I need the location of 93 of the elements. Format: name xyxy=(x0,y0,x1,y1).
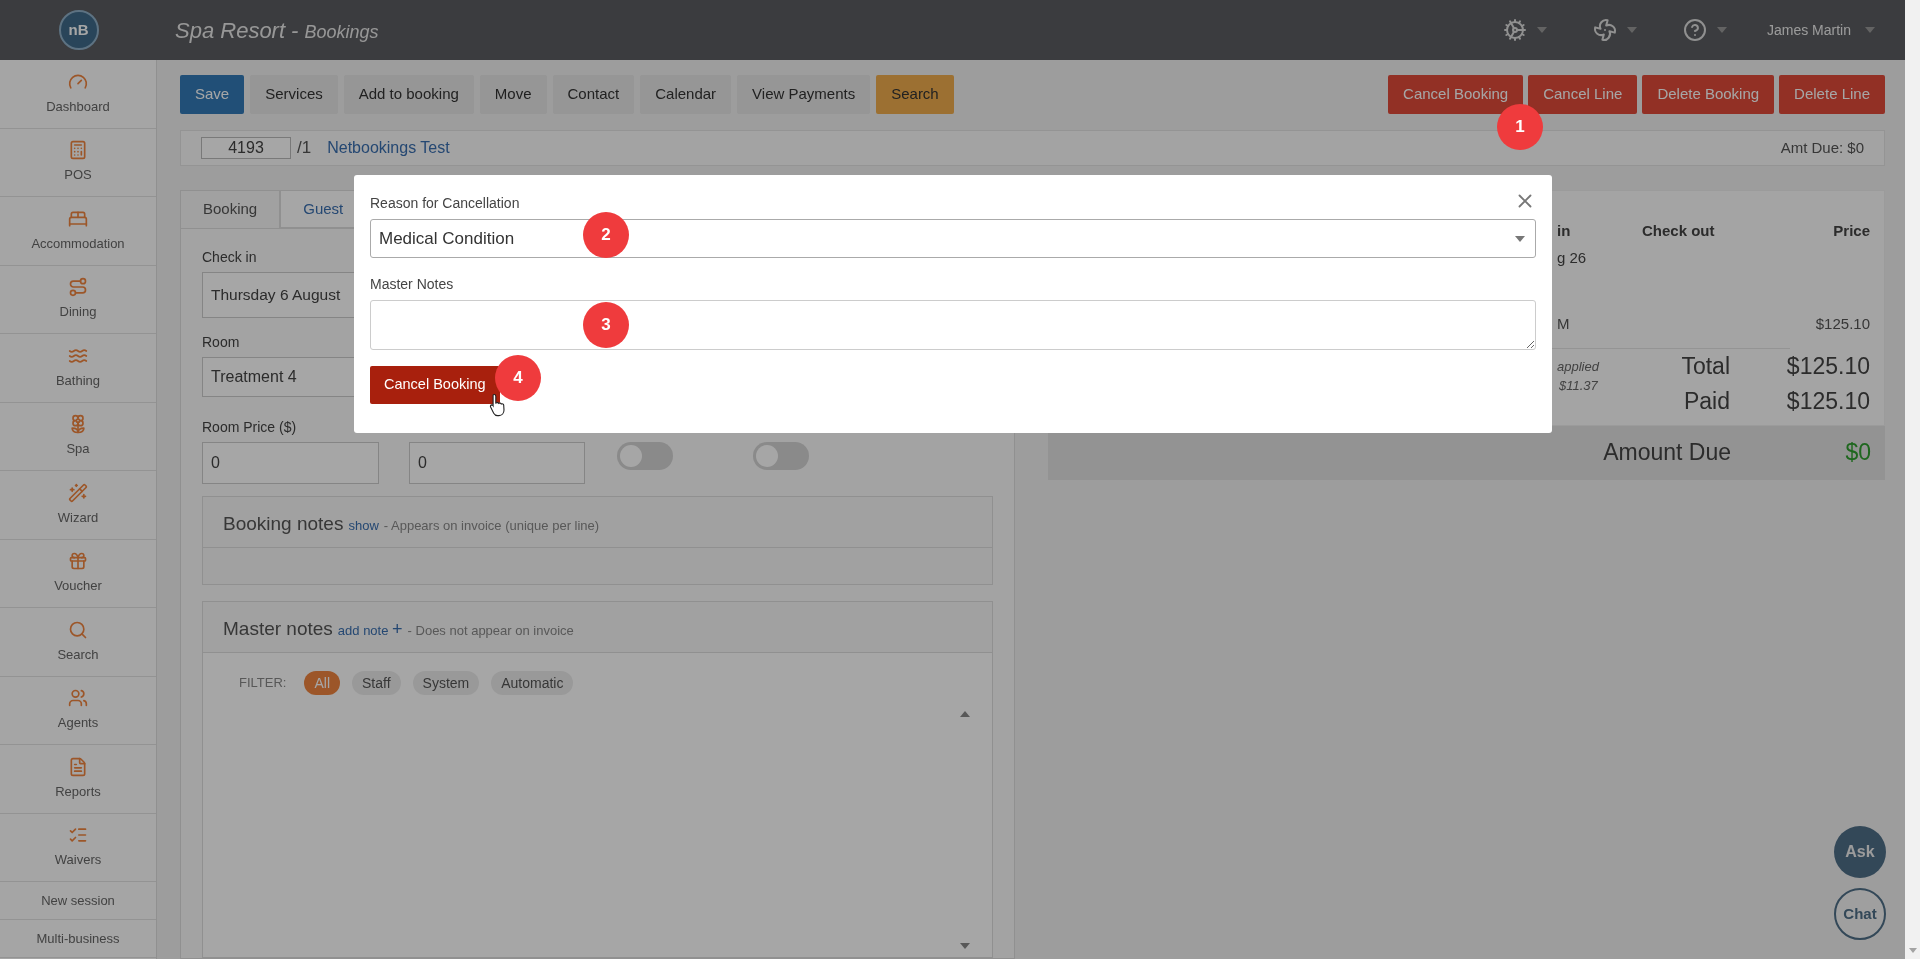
sidebar-link[interactable]: Multi-business xyxy=(0,920,156,958)
add-note-link[interactable]: add note + xyxy=(337,616,403,643)
filter-chip[interactable]: Staff xyxy=(352,671,401,695)
amount-due-value: $0 xyxy=(1844,438,1871,468)
sidebar-item[interactable]: Accommodation xyxy=(0,197,156,266)
checklist-icon xyxy=(68,825,88,845)
gift-icon xyxy=(68,551,88,571)
toolbar-button[interactable]: Services xyxy=(250,75,338,114)
sidebar-link[interactable]: New session xyxy=(0,882,156,920)
caret-icon xyxy=(1536,27,1547,33)
sidebar-item[interactable]: Search xyxy=(0,608,156,677)
sidebar-item[interactable]: Dashboard xyxy=(0,60,156,129)
room-price-field[interactable]: 0 xyxy=(202,442,379,484)
document-icon xyxy=(68,756,88,777)
tab[interactable]: Booking xyxy=(180,190,281,228)
sidebar-item[interactable]: Spa xyxy=(0,402,156,471)
magic-wand-icon xyxy=(68,482,88,503)
fan-icon[interactable] xyxy=(1592,18,1617,42)
toolbar-button[interactable]: Calendar xyxy=(640,75,732,114)
danger-button[interactable]: Cancel Line xyxy=(1528,75,1638,114)
amount-due-label: Amount Due xyxy=(1602,438,1731,468)
page-title: Bookings xyxy=(304,20,379,44)
tax-note: applied xyxy=(1557,357,1599,376)
filter-label: FILTER: xyxy=(239,674,287,693)
toolbar-button[interactable]: Save xyxy=(180,75,245,114)
price-field[interactable]: 0 xyxy=(409,442,585,484)
booking-number-field[interactable]: 4193 xyxy=(201,137,291,159)
users-icon xyxy=(68,688,88,708)
summary-cell-text: g 26 xyxy=(1557,247,1588,268)
sidebar-item[interactable]: POS xyxy=(0,128,156,197)
toolbar-button[interactable]: Contact xyxy=(552,75,635,114)
search-icon xyxy=(68,619,88,640)
settings-icon[interactable] xyxy=(1502,18,1527,42)
panel-title: Booking notes xyxy=(223,512,344,536)
paid-value: $125.10 xyxy=(1785,386,1870,416)
cash-register-icon xyxy=(68,140,88,160)
scroll-arrow-icon[interactable] xyxy=(1908,948,1917,953)
show-link[interactable]: show xyxy=(348,516,379,536)
amount-due: Amt Due: $0 xyxy=(1780,137,1864,158)
danger-button[interactable]: Cancel Booking xyxy=(1388,75,1524,114)
danger-button[interactable]: Delete Line xyxy=(1779,75,1885,114)
toggle-switch[interactable] xyxy=(753,442,809,470)
panel-note: - Appears on invoice (unique per line) xyxy=(383,517,600,535)
column-header: Check out xyxy=(1642,221,1715,241)
sidebar-item[interactable]: Wizard xyxy=(0,471,156,540)
field-label: Room Price ($) xyxy=(202,418,298,437)
logo[interactable]: nB xyxy=(58,10,99,50)
caret-icon xyxy=(1865,27,1875,33)
summary-cell-text: M xyxy=(1557,314,1570,334)
total-value: $125.10 xyxy=(1785,351,1870,381)
line-price: $125.10 xyxy=(1815,314,1870,334)
column-header: in xyxy=(1557,221,1572,241)
filter-chip[interactable]: Automatic xyxy=(491,671,574,695)
panel-title: Master notes xyxy=(223,617,333,641)
tax-note: $11.37 xyxy=(1559,377,1599,395)
filter-chip[interactable]: System xyxy=(412,671,480,695)
toggle-switch[interactable] xyxy=(617,442,673,470)
sidebar-item[interactable]: Bathing xyxy=(0,334,156,403)
confirm-cancel-button[interactable]: Cancel Booking xyxy=(370,366,500,404)
field-label: Reason for Cancellation xyxy=(370,194,520,213)
toolbar-button[interactable]: Search xyxy=(876,75,954,114)
user-menu[interactable]: James Martin xyxy=(1766,19,1851,41)
notes-textarea[interactable] xyxy=(370,300,1536,350)
field-label: Master Notes xyxy=(370,275,454,294)
column-header: Price xyxy=(1833,221,1870,241)
caret-icon xyxy=(1626,27,1637,33)
app-title: Spa Resort xyxy=(175,16,286,45)
guest-link[interactable]: Netbookings Test xyxy=(327,136,450,160)
pointer-cursor-icon xyxy=(489,393,507,417)
help-icon[interactable] xyxy=(1682,18,1707,42)
caret-icon xyxy=(1515,235,1525,242)
line-number: /1 xyxy=(297,137,312,160)
filter-chip[interactable]: All xyxy=(304,671,340,695)
sidebar-item[interactable]: Waivers xyxy=(0,813,156,882)
sidebar-item[interactable]: Voucher xyxy=(0,539,156,608)
toolbar-button[interactable]: Move xyxy=(479,75,547,114)
route-icon xyxy=(68,277,88,297)
scroll-up-icon[interactable] xyxy=(960,711,970,717)
panel-note: - Does not appear on invoice xyxy=(407,622,574,640)
sidebar-item[interactable]: Reports xyxy=(0,745,156,814)
sidebar-item[interactable]: Dining xyxy=(0,265,156,334)
toolbar-button[interactable]: Add to booking xyxy=(343,75,474,114)
sidebar-item[interactable]: Agents xyxy=(0,676,156,745)
lotus-icon xyxy=(68,414,88,434)
field-label: Check in xyxy=(202,248,258,267)
total-label: Total xyxy=(1680,351,1730,381)
paid-label: Paid xyxy=(1682,386,1730,416)
scroll-down-icon[interactable] xyxy=(960,943,970,949)
field-label: Room xyxy=(202,333,241,352)
toolbar-button[interactable]: View Payments xyxy=(737,75,871,114)
caret-icon xyxy=(1716,27,1727,33)
danger-button[interactable]: Delete Booking xyxy=(1642,75,1775,114)
title-separator: - xyxy=(291,16,299,45)
